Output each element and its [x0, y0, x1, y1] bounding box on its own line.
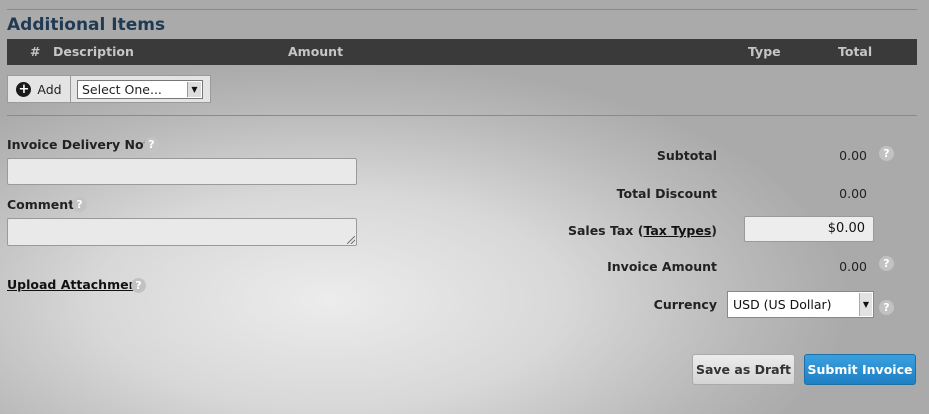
item-type-select-value: Select One...: [82, 82, 162, 97]
help-icon[interactable]: ?: [72, 197, 87, 212]
help-icon[interactable]: ?: [144, 137, 159, 152]
col-total: Total: [838, 44, 873, 59]
top-divider: [7, 9, 917, 10]
add-item-control: + Add Select One... ▼: [7, 75, 211, 103]
subtotal-value: 0.00: [839, 148, 867, 163]
comment-textarea[interactable]: [7, 218, 357, 246]
currency-select-value: USD (US Dollar): [733, 297, 832, 312]
help-icon[interactable]: ?: [879, 146, 894, 161]
currency-select[interactable]: USD (US Dollar) ▼: [727, 291, 874, 318]
help-icon[interactable]: ?: [131, 278, 146, 293]
middle-divider: [7, 115, 917, 116]
sales-tax-input[interactable]: $0.00: [744, 216, 874, 242]
tax-types-link[interactable]: Tax Types: [643, 223, 711, 238]
section-title: Additional Items: [7, 15, 166, 35]
plus-circle-icon: +: [16, 81, 32, 97]
help-icon[interactable]: ?: [879, 256, 894, 271]
total-discount-value: 0.00: [839, 186, 867, 201]
help-icon[interactable]: ?: [879, 300, 894, 315]
save-draft-button[interactable]: Save as Draft: [692, 354, 795, 385]
col-description: Description: [53, 44, 134, 59]
col-type: Type: [748, 44, 781, 59]
col-number: #: [30, 44, 41, 59]
invoice-amount-value: 0.00: [839, 259, 867, 274]
sales-tax-label: Sales Tax (Tax Types): [567, 223, 717, 238]
submit-invoice-button[interactable]: Submit Invoice: [804, 354, 916, 385]
invoice-amount-label: Invoice Amount: [607, 259, 717, 274]
total-discount-label: Total Discount: [616, 186, 717, 201]
chevron-down-icon: ▼: [859, 293, 872, 316]
resize-handle-icon[interactable]: [347, 236, 355, 244]
chevron-down-icon: ▼: [187, 82, 201, 97]
col-amount: Amount: [288, 44, 344, 59]
add-item-button[interactable]: + Add: [8, 76, 71, 102]
items-table-header: # Description Amount Type Total: [7, 39, 917, 65]
delivery-note-label: Invoice Delivery Note: [7, 137, 159, 152]
item-type-select[interactable]: Select One... ▼: [77, 80, 203, 99]
subtotal-label: Subtotal: [656, 148, 717, 163]
currency-label: Currency: [653, 297, 717, 312]
add-label: Add: [37, 81, 62, 97]
upload-attachment-link[interactable]: Upload Attachment: [7, 277, 143, 292]
delivery-note-input[interactable]: [7, 158, 357, 185]
comment-label: Comment: [7, 197, 75, 212]
